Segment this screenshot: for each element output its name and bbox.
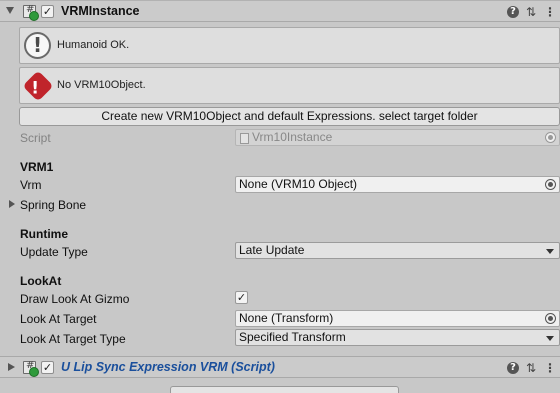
component-enabled-checkbox[interactable]: ✓ [41,361,54,374]
info-icon: ! [24,32,51,59]
draw-look-at-gizmo-checkbox[interactable]: ✓ [235,291,248,304]
component-header-ulipsync[interactable]: ✓ U Lip Sync Expression VRM (Script) ? ⇅… [0,356,560,378]
vrm-label: Vrm [20,178,42,192]
helpbox-info: ! Humanoid OK. [19,27,560,64]
draw-look-at-gizmo-label: Draw Look At Gizmo [20,292,130,306]
script-field-value: Vrm10Instance [252,130,333,144]
helpbox-error: ! No VRM10Object. [19,67,560,104]
update-type-value: Late Update [239,243,305,257]
add-component-button[interactable] [170,386,399,393]
preset-icon[interactable]: ⇅ [525,6,537,18]
look-at-target-value: None (Transform) [239,311,334,325]
dropdown-caret-icon [546,249,554,254]
look-at-target-type-dropdown[interactable]: Specified Transform [235,329,560,346]
script-field: Vrm10Instance [235,129,560,146]
section-header-vrm1: VRM1 [20,160,54,174]
look-at-target-label: Look At Target [20,312,97,326]
create-vrm10object-button[interactable]: Create new VRM10Object and default Expre… [19,107,560,126]
helpbox-error-message: No VRM10Object. [57,79,146,91]
help-icon[interactable]: ? [507,6,519,18]
update-type-label: Update Type [20,245,88,259]
error-icon: ! [22,70,54,102]
object-picker-icon [545,132,556,143]
spring-bone-foldout[interactable]: Spring Bone [20,198,86,212]
component-title: VRMInstance [61,4,140,18]
helpbox-info-message: Humanoid OK. [57,39,130,51]
object-picker-icon[interactable] [545,179,556,190]
look-at-target-type-label: Look At Target Type [20,332,126,346]
spring-bone-foldout-icon[interactable] [9,200,15,208]
script-asset-icon [240,133,249,144]
section-header-runtime: Runtime [20,227,68,241]
script-component-icon [23,4,39,21]
component-header-vrminstance[interactable]: ✓ VRMInstance ? ⇅ ⋮ [0,0,560,22]
preset-icon[interactable]: ⇅ [525,362,537,374]
vrm-field-value: None (VRM10 Object) [239,177,358,191]
more-icon[interactable]: ⋮ [544,6,556,18]
section-header-lookat: LookAt [20,274,62,288]
look-at-target-type-value: Specified Transform [239,330,346,344]
help-icon[interactable]: ? [507,362,519,374]
foldout-expanded-icon[interactable] [6,7,14,14]
dropdown-caret-icon [546,336,554,341]
script-component-icon [23,360,39,377]
update-type-dropdown[interactable]: Late Update [235,242,560,259]
foldout-collapsed-icon[interactable] [8,363,15,371]
vrm-object-field[interactable]: None (VRM10 Object) [235,176,560,193]
script-label: Script [20,131,51,145]
component-title: U Lip Sync Expression VRM (Script) [61,360,275,374]
component-enabled-checkbox[interactable]: ✓ [41,5,54,18]
more-icon[interactable]: ⋮ [544,362,556,374]
object-picker-icon[interactable] [545,313,556,324]
look-at-target-field[interactable]: None (Transform) [235,310,560,327]
